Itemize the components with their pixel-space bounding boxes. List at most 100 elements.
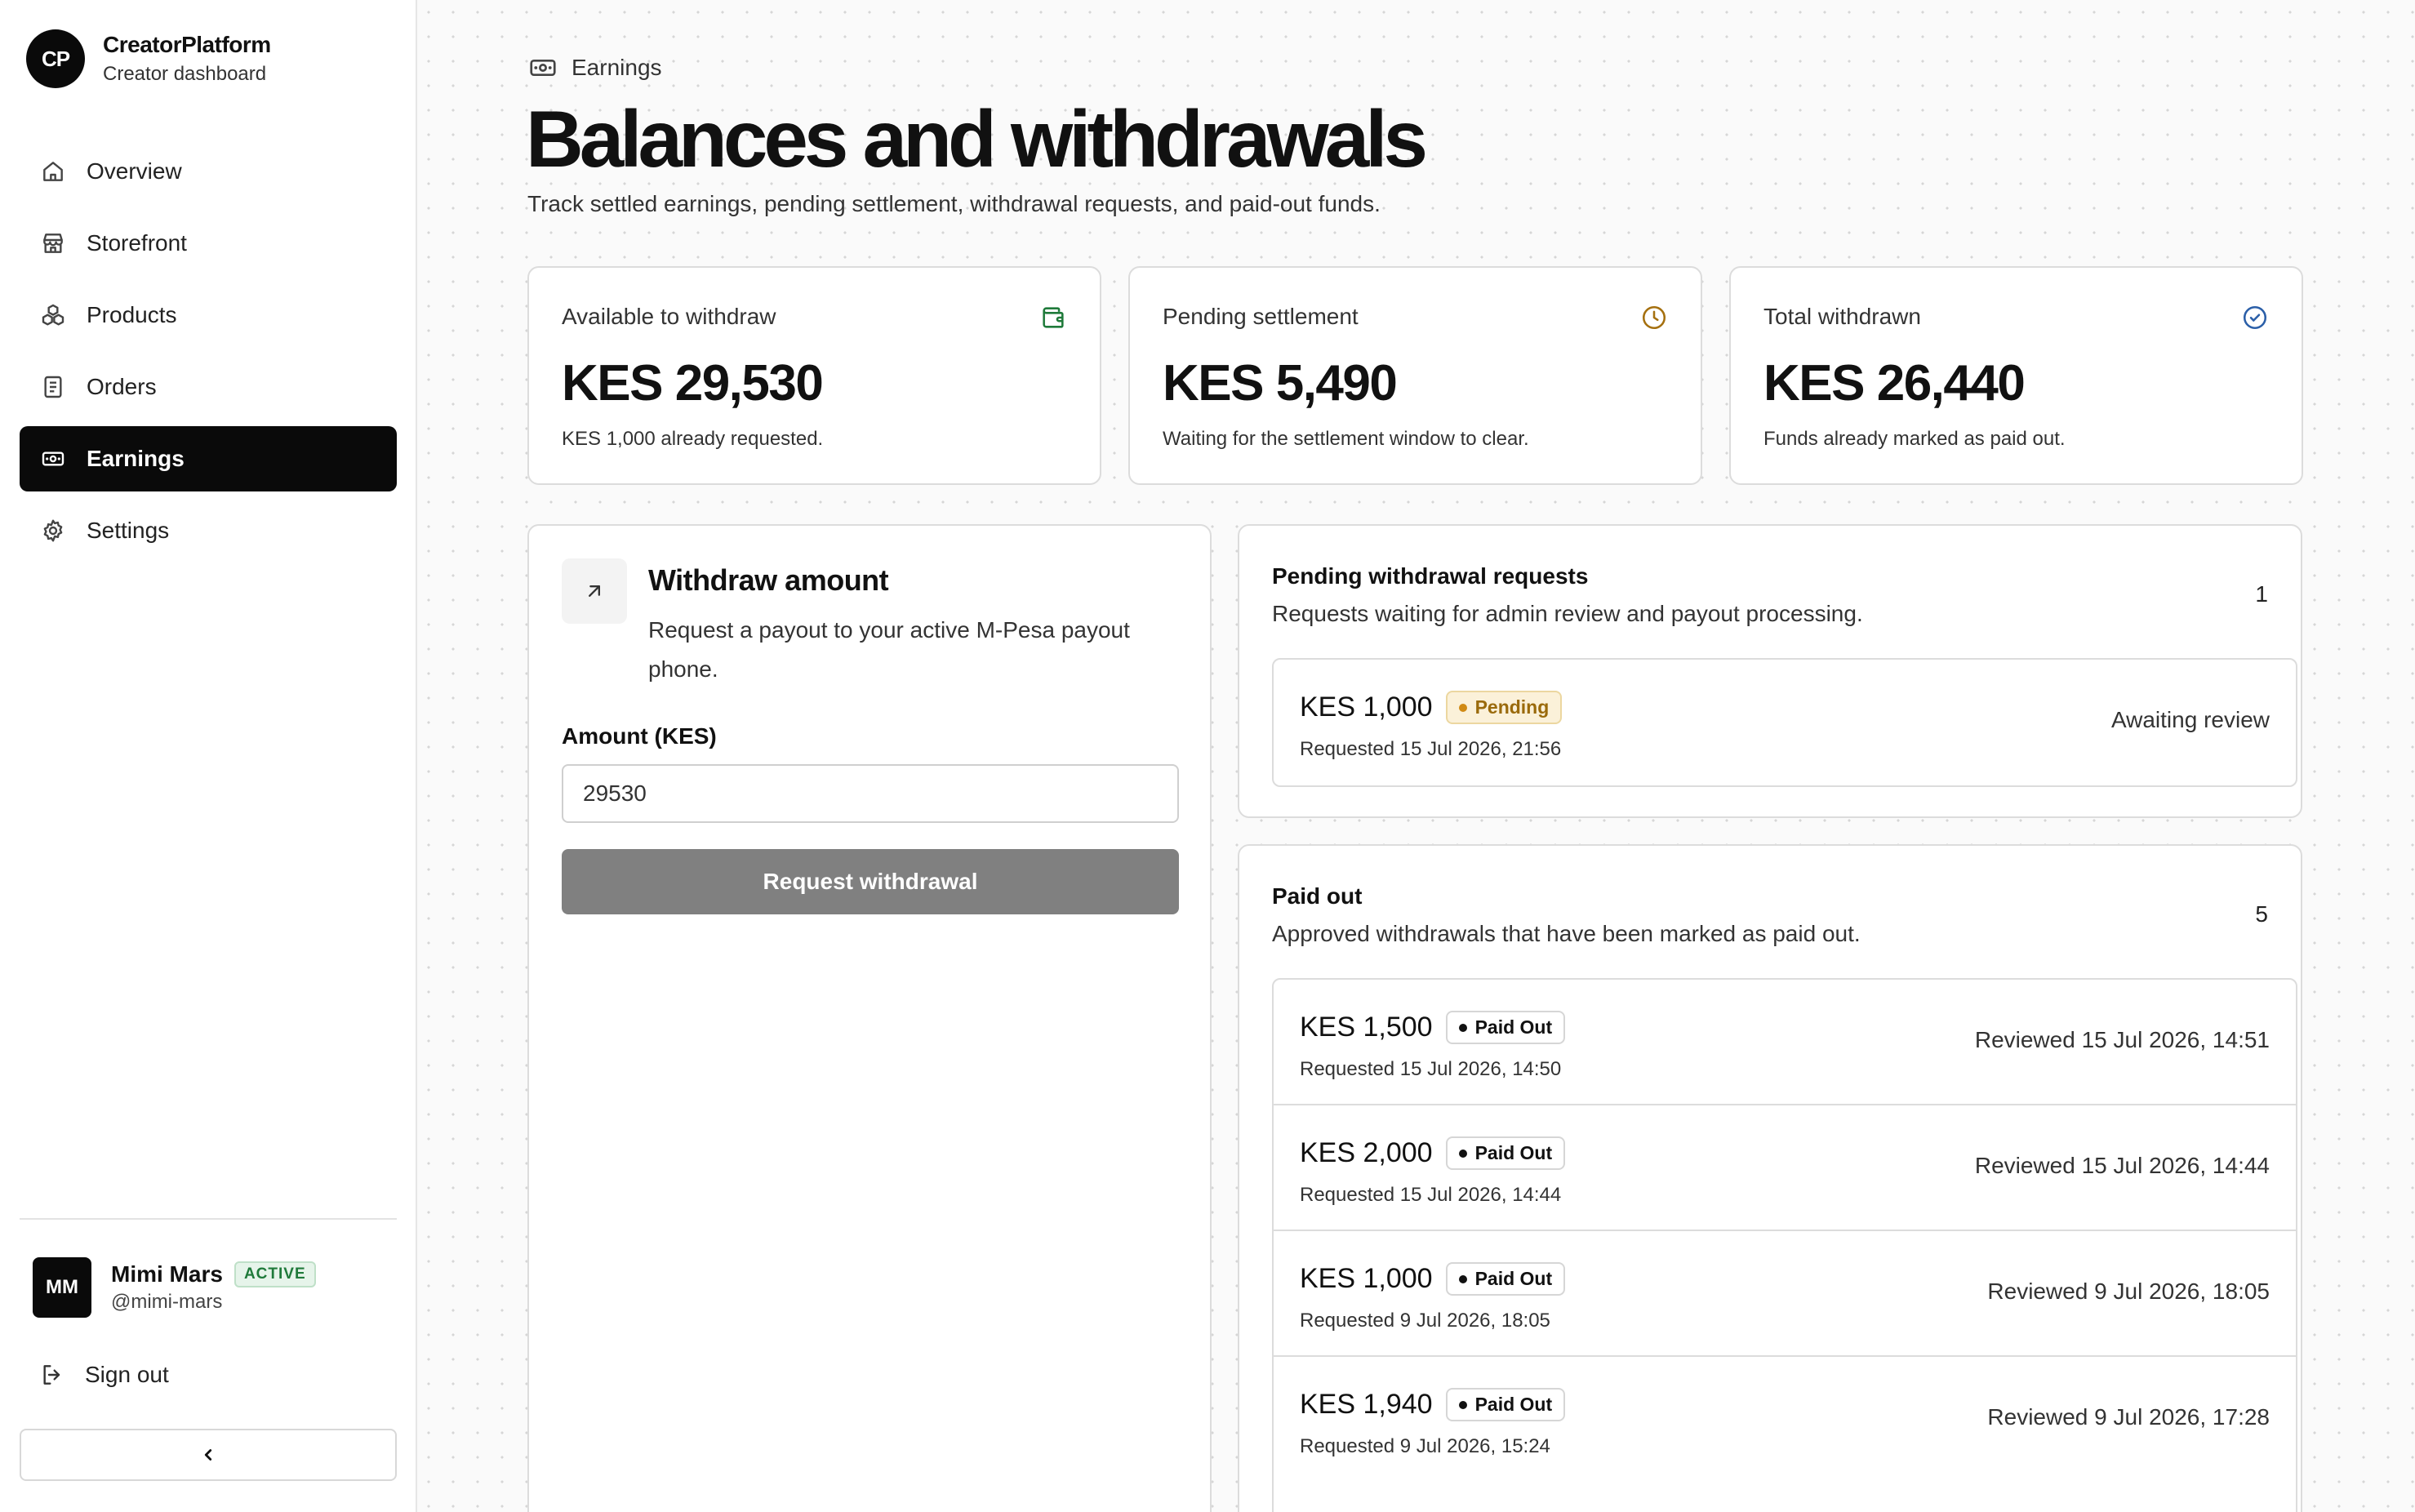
stat-card-pending: Pending settlement KES 5,490 Waiting for… <box>1128 266 1702 485</box>
stat-card-withdrawn: Total withdrawn KES 26,440 Funds already… <box>1729 266 2303 485</box>
user-handle: @mimi-mars <box>111 1291 223 1313</box>
page-subtitle: Track settled earnings, pending settleme… <box>527 191 1381 216</box>
requested-date: Requested 15 Jul 2026, 21:56 <box>1300 738 1562 760</box>
paid-list: KES 1,500 Paid Out Requested 15 Jul 2026… <box>1272 978 2297 1512</box>
orders-icon <box>39 373 67 401</box>
breadcrumb-label: Earnings <box>572 55 662 80</box>
gear-icon <box>39 517 67 545</box>
reviewed-date: Reviewed 9 Jul 2026, 17:28 <box>1987 1404 2270 1430</box>
products-icon <box>39 301 67 329</box>
request-withdrawal-button[interactable]: Request withdrawal <box>562 849 1179 914</box>
requested-date: Requested 9 Jul 2026, 18:05 <box>1300 1310 1550 1332</box>
list-item[interactable]: KES 1,500 Paid Out Requested 15 Jul 2026… <box>1274 980 2296 1105</box>
page-title: Balances and withdrawals <box>526 94 1428 184</box>
stat-label: Available to withdraw <box>562 304 776 329</box>
store-icon <box>39 229 67 257</box>
pending-description: Requests waiting for admin review and pa… <box>1272 601 1863 626</box>
brand-name: CreatorPlatform <box>103 32 271 57</box>
brand[interactable]: CP CreatorPlatform Creator dashboard <box>26 29 271 88</box>
status-badge: Paid Out <box>1445 1136 1566 1170</box>
requested-date: Requested 15 Jul 2026, 14:44 <box>1300 1184 1562 1206</box>
status-badge: ACTIVE <box>233 1261 316 1287</box>
sidebar-item-orders[interactable]: Orders <box>20 354 397 420</box>
paid-title: Paid out <box>1272 883 1363 909</box>
sidebar-item-settings[interactable]: Settings <box>20 498 397 563</box>
sidebar: CP CreatorPlatform Creator dashboard Ove… <box>0 0 417 1512</box>
user-card[interactable]: MM Mimi Mars ACTIVE @mimi-mars <box>33 1257 316 1318</box>
stat-label: Total withdrawn <box>1763 304 1921 329</box>
breadcrumb: Earnings <box>527 52 662 83</box>
arrow-up-right-icon <box>562 558 627 624</box>
sidebar-nav: Overview Storefront Products Orders Earn… <box>20 139 397 570</box>
user-name: Mimi Mars <box>111 1261 223 1287</box>
withdrawal-amount: KES 1,000 <box>1300 1263 1433 1294</box>
list-item[interactable]: KES 1,000 Pending Requested 15 Jul 2026,… <box>1274 660 2296 785</box>
wallet-icon <box>1043 307 1064 328</box>
status-text: Paid Out <box>1474 1394 1553 1415</box>
brand-logo: CP <box>26 29 85 88</box>
status-dot <box>1458 1023 1467 1032</box>
sidebar-item-label: Settings <box>87 518 170 543</box>
withdrawal-amount: KES 1,000 <box>1300 692 1433 723</box>
chevron-left-icon <box>204 1449 212 1461</box>
status-dot <box>1458 703 1467 712</box>
reviewed-date: Reviewed 15 Jul 2026, 14:44 <box>1974 1153 2270 1178</box>
stat-note: KES 1,000 already requested. <box>562 428 824 450</box>
withdrawal-amount: KES 2,000 <box>1300 1137 1433 1168</box>
status-text: Paid Out <box>1474 1016 1553 1038</box>
paid-description: Approved withdrawals that have been mark… <box>1272 921 1861 946</box>
amount-label: Amount (KES) <box>562 723 717 749</box>
clock-icon <box>1642 305 1666 330</box>
list-item[interactable]: KES 1,000 Paid Out Requested 9 Jul 2026,… <box>1274 1231 2296 1357</box>
sidebar-item-label: Overview <box>87 158 182 184</box>
withdraw-description: Request a payout to your active M-Pesa p… <box>648 617 1130 682</box>
pending-count: 1 <box>2255 581 2268 607</box>
list-item[interactable]: KES 1,940 Paid Out Requested 9 Jul 2026,… <box>1274 1357 2296 1483</box>
status-text: Pending <box>1474 696 1550 718</box>
reviewed-date: Reviewed 15 Jul 2026, 14:51 <box>1974 1027 2270 1052</box>
pending-title: Pending withdrawal requests <box>1272 563 1589 589</box>
status-badge: Paid Out <box>1445 1011 1566 1044</box>
requested-date: Requested 15 Jul 2026, 14:50 <box>1300 1058 1562 1080</box>
stat-note: Funds already marked as paid out. <box>1763 428 2066 450</box>
sidebar-item-overview[interactable]: Overview <box>20 139 397 204</box>
sign-out-label: Sign out <box>85 1362 169 1387</box>
status-dot <box>1458 1274 1467 1283</box>
sidebar-item-storefront[interactable]: Storefront <box>20 211 397 276</box>
paid-count: 5 <box>2255 901 2268 927</box>
avatar: MM <box>33 1257 91 1318</box>
withdraw-title: Withdraw amount <box>648 563 889 597</box>
sidebar-divider <box>20 1218 397 1220</box>
reviewed-date: Reviewed 9 Jul 2026, 18:05 <box>1987 1279 2270 1304</box>
withdraw-panel: Withdraw amount Request a payout to your… <box>527 524 1212 1512</box>
status-text: Paid Out <box>1474 1268 1553 1289</box>
status-dot <box>1458 1149 1467 1158</box>
status-badge: Paid Out <box>1445 1388 1566 1421</box>
stat-note: Waiting for the settlement window to cle… <box>1163 428 1529 450</box>
sidebar-item-label: Products <box>87 302 177 327</box>
collapse-sidebar-button[interactable] <box>20 1429 397 1481</box>
sign-out-icon <box>43 1365 60 1385</box>
banknote-icon <box>39 445 67 473</box>
review-status: Awaiting review <box>2110 707 2270 732</box>
stat-value: KES 26,440 <box>1763 355 2026 411</box>
sidebar-item-label: Storefront <box>87 230 187 256</box>
list-item[interactable]: KES 2,000 Paid Out Requested 15 Jul 2026… <box>1274 1105 2296 1231</box>
withdrawal-amount: KES 1,500 <box>1300 1012 1433 1043</box>
pending-requests-panel: Pending withdrawal requests Requests wai… <box>1238 524 2302 818</box>
sign-out-button[interactable]: Sign out <box>39 1362 169 1388</box>
stat-value: KES 29,530 <box>562 355 824 411</box>
status-badge: Paid Out <box>1445 1262 1566 1296</box>
sidebar-item-products[interactable]: Products <box>20 282 397 348</box>
sidebar-item-earnings[interactable]: Earnings <box>20 426 397 491</box>
paid-out-panel: Paid out Approved withdrawals that have … <box>1238 844 2302 1512</box>
pending-list: KES 1,000 Pending Requested 15 Jul 2026,… <box>1272 658 2297 787</box>
status-badge: Pending <box>1445 691 1563 724</box>
banknote-icon <box>530 59 556 77</box>
sidebar-item-label: Orders <box>87 374 157 399</box>
status-dot <box>1458 1400 1467 1409</box>
status-text: Paid Out <box>1474 1142 1553 1163</box>
amount-input[interactable] <box>562 764 1179 823</box>
check-circle-icon <box>2243 305 2267 330</box>
requested-date: Requested 9 Jul 2026, 15:24 <box>1300 1435 1550 1457</box>
